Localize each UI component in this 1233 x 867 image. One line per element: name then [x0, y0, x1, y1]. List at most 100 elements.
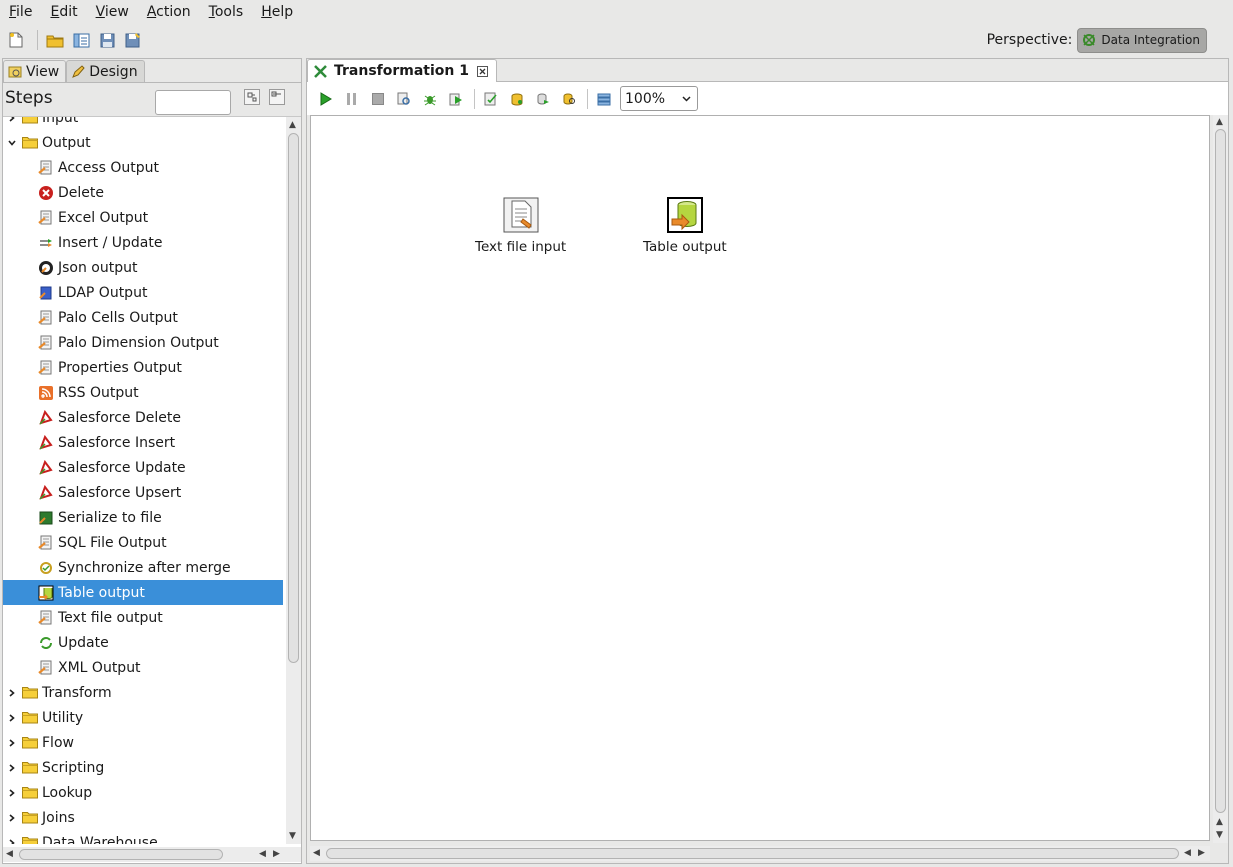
tree-category[interactable]: Transform [3, 680, 283, 705]
tree-step-item[interactable]: SQL File Output [3, 530, 283, 555]
tree-step-item[interactable]: Excel Output [3, 205, 283, 230]
chevron-down-icon[interactable] [8, 139, 16, 147]
tree-category[interactable]: Utility [3, 705, 283, 730]
tree-step-item[interactable]: Serialize to file [3, 505, 283, 530]
tree-category[interactable]: Lookup [3, 780, 283, 805]
scrollbar-thumb[interactable] [1215, 129, 1226, 813]
menu-action[interactable]: Action [138, 0, 200, 24]
scroll-left-icon[interactable]: ◀ [313, 848, 320, 858]
scrollbar-thumb[interactable] [19, 849, 223, 860]
tree-step-item[interactable]: Text file output [3, 605, 283, 630]
pause-icon[interactable] [342, 89, 362, 109]
verify-icon[interactable] [481, 89, 501, 109]
stop-icon[interactable] [368, 89, 388, 109]
tree-category[interactable]: Joins [3, 805, 283, 830]
tree-vertical-scrollbar[interactable]: ▲ ▼ [286, 117, 301, 844]
tree-step-item[interactable]: Salesforce Insert [3, 430, 283, 455]
preview-icon[interactable] [394, 89, 414, 109]
scroll-down-icon[interactable]: ▼ [289, 831, 296, 841]
tree-step-item[interactable]: Delete [3, 180, 283, 205]
collapse-all-icon[interactable] [269, 89, 285, 105]
tree-step-item[interactable]: LDAP Output [3, 280, 283, 305]
tree-step-item[interactable]: XML Output [3, 655, 283, 680]
tree-category[interactable]: Flow [3, 730, 283, 755]
tree-step-item[interactable]: Salesforce Delete [3, 405, 283, 430]
tree-step-item[interactable]: Json output [3, 255, 283, 280]
update-icon [40, 636, 52, 649]
tree-step-item[interactable]: Synchronize after merge [3, 555, 283, 580]
tab-design[interactable]: Design [66, 60, 145, 82]
save-icon[interactable] [96, 29, 118, 51]
scrollbar-thumb[interactable] [326, 848, 1179, 859]
perspective-button[interactable]: Data Integration [1077, 27, 1207, 53]
menu-view[interactable]: View [87, 0, 138, 24]
transformation-canvas[interactable]: Text file input Table output [310, 115, 1210, 841]
tree-category[interactable]: Output [3, 130, 283, 155]
chevron-right-icon[interactable] [8, 763, 16, 772]
tree-step-item[interactable]: Palo Cells Output [3, 305, 283, 330]
chevron-right-icon[interactable] [8, 713, 16, 722]
tree-category[interactable]: Data Warehouse [3, 830, 283, 844]
run-icon[interactable] [316, 89, 336, 109]
menu-file[interactable]: File [0, 0, 41, 24]
tab-transformation[interactable]: Transformation 1 [307, 59, 497, 82]
chevron-right-icon[interactable] [8, 688, 16, 697]
explore-db-icon[interactable] [559, 89, 579, 109]
steps-search-input[interactable] [155, 90, 231, 115]
table-output-icon [38, 585, 54, 600]
expand-all-icon[interactable] [244, 89, 260, 105]
chevron-right-icon[interactable] [8, 813, 16, 822]
scroll-up-icon[interactable]: ▲ [289, 120, 296, 130]
scroll-left-icon[interactable]: ◀ [1184, 848, 1191, 858]
canvas-horizontal-scrollbar[interactable]: ◀ ◀ ▶ [310, 846, 1210, 861]
chevron-right-icon[interactable] [8, 738, 16, 747]
tree-category-label: Output [42, 134, 91, 151]
tree-category[interactable]: Scripting [3, 755, 283, 780]
chevron-down-icon [682, 96, 691, 102]
tree-category[interactable]: Input [3, 117, 283, 130]
scroll-left-icon[interactable]: ◀ [259, 849, 266, 859]
explore-repository-icon[interactable] [70, 29, 92, 51]
impact-icon[interactable] [507, 89, 527, 109]
scroll-right-icon[interactable]: ▶ [1198, 848, 1205, 858]
step-text-file-input[interactable]: Text file input [475, 197, 566, 255]
tree-horizontal-scrollbar[interactable]: ◀ ◀ ▶ [3, 847, 301, 862]
tree-step-item[interactable]: Properties Output [3, 355, 283, 380]
canvas-vertical-scrollbar[interactable]: ▲ ▲ ▼ [1213, 115, 1228, 843]
scroll-up-icon[interactable]: ▲ [1216, 117, 1223, 127]
tree-step-item[interactable]: RSS Output [3, 380, 283, 405]
tree-step-label: LDAP Output [58, 284, 148, 301]
scroll-right-icon[interactable]: ▶ [273, 849, 280, 859]
sql-icon[interactable] [533, 89, 553, 109]
tree-step-item[interactable]: Table output [3, 580, 283, 605]
debug-icon[interactable] [420, 89, 440, 109]
zoom-select[interactable]: 100% [620, 86, 698, 111]
scrollbar-thumb[interactable] [288, 133, 299, 663]
chevron-right-icon[interactable] [8, 838, 16, 845]
menu-tools[interactable]: Tools [200, 0, 253, 24]
tree-step-label: Table output [58, 584, 145, 601]
tree-step-item[interactable]: Update [3, 630, 283, 655]
close-icon[interactable] [477, 65, 489, 77]
tab-view[interactable]: View [3, 60, 67, 82]
chevron-right-icon[interactable] [8, 117, 16, 122]
tree-category-label: Scripting [42, 759, 105, 776]
tree-step-item[interactable]: Salesforce Upsert [3, 480, 283, 505]
scroll-down-icon[interactable]: ▼ [1216, 830, 1223, 840]
chevron-right-icon[interactable] [8, 788, 16, 797]
menu-help[interactable]: Help [252, 0, 302, 24]
tree-step-item[interactable]: Palo Dimension Output [3, 330, 283, 355]
save-as-icon[interactable] [122, 29, 144, 51]
new-file-icon[interactable] [5, 29, 27, 51]
replay-icon[interactable] [446, 89, 466, 109]
scroll-up-icon[interactable]: ▲ [1216, 817, 1223, 827]
tree-step-item[interactable]: Salesforce Update [3, 455, 283, 480]
step-table-output[interactable]: Table output [643, 196, 727, 255]
scroll-left-icon[interactable]: ◀ [6, 849, 13, 859]
tree-step-item[interactable]: Insert / Update [3, 230, 283, 255]
menu-edit[interactable]: Edit [41, 0, 86, 24]
show-results-icon[interactable] [594, 89, 614, 109]
tree-step-item[interactable]: Access Output [3, 155, 283, 180]
toolbar-separator [37, 30, 38, 50]
open-folder-icon[interactable] [44, 29, 66, 51]
